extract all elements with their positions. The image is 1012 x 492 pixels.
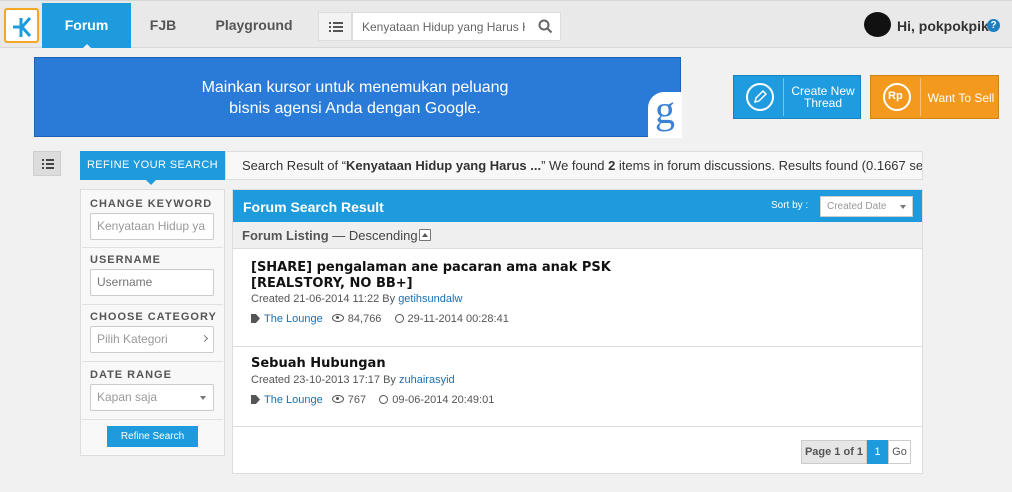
- banner-text: Mainkan kursor untuk menemukan peluang b…: [185, 77, 525, 119]
- user-avatar[interactable]: [864, 12, 891, 37]
- tag-icon: [251, 395, 260, 404]
- create-thread-label-line2: Thread: [803, 96, 843, 110]
- username-field-wrap: [90, 269, 214, 296]
- page-number-button[interactable]: 1: [867, 440, 888, 464]
- create-thread-label: Create New Thread: [786, 85, 860, 109]
- summary-middle: ” We found: [541, 158, 609, 173]
- nav-tab-forum-label: Forum: [64, 17, 109, 33]
- list-icon: [42, 159, 54, 169]
- go-button[interactable]: Go: [888, 440, 911, 464]
- category-label: CHOOSE CATEGORY: [90, 311, 217, 323]
- nav-tab-fjb[interactable]: FJB: [140, 3, 186, 48]
- nav-tab-playground[interactable]: Playground: [208, 3, 300, 48]
- thread-last-post: 29-11-2014 00:28:41: [407, 313, 509, 325]
- date-range-select[interactable]: Kapan saja: [90, 384, 214, 411]
- username-input[interactable]: [97, 275, 207, 289]
- nav-tab-forum[interactable]: Forum: [42, 3, 131, 49]
- thread-category-link[interactable]: The Lounge: [264, 313, 323, 325]
- clock-icon: [394, 314, 404, 323]
- search-result-summary: Search Result of “Kenyataan Hidup yang H…: [225, 151, 923, 180]
- panel-header: Forum Search Result Sort by : Created Da…: [233, 190, 922, 222]
- panel-title: Forum Search Result: [243, 199, 384, 215]
- thread-stats: The Lounge 767 09-06-2014 20:49:01: [251, 394, 498, 406]
- sort-by-label: Sort by :: [771, 200, 809, 211]
- thread-title-link[interactable]: [SHARE] pengalaman ane pacaran ama anak …: [251, 260, 611, 292]
- refine-search-tab[interactable]: REFINE YOUR SEARCH: [80, 151, 225, 185]
- page-info: Page 1 of 1: [801, 440, 867, 464]
- want-to-sell-button[interactable]: Rp Want To Sell: [870, 75, 999, 119]
- banner-line-1: Mainkan kursor untuk menemukan peluang: [201, 79, 509, 96]
- refine-search-tab-label: REFINE YOUR SEARCH: [86, 159, 219, 171]
- search-icon[interactable]: [538, 19, 553, 34]
- want-to-sell-label: Want To Sell: [927, 91, 995, 105]
- thread-meta: Created 23-10-2013 17:17 By zuhairasyid: [251, 374, 455, 386]
- refine-tab-caret: [146, 180, 156, 185]
- sort-by-select[interactable]: Created Date: [820, 196, 913, 217]
- category-value: Pilih Kategori: [97, 332, 168, 346]
- refine-search-sidebar: CHANGE KEYWORD USERNAME CHOOSE CATEGORY …: [80, 189, 225, 456]
- google-logo: g: [648, 90, 682, 138]
- eye-icon: [331, 395, 344, 403]
- keyword-field-wrap: [90, 213, 214, 240]
- thread-views: 84,766: [347, 313, 382, 325]
- banner-line-2: bisnis agensi Anda dengan Google.: [229, 100, 481, 117]
- search-menu-button[interactable]: [318, 12, 352, 41]
- refine-search-button[interactable]: Refine Search: [107, 426, 198, 447]
- search-input[interactable]: [362, 18, 525, 36]
- sidebar-toggle-button[interactable]: [33, 151, 61, 176]
- thread-title-line2: [REALSTORY, NO BB+]: [251, 276, 413, 291]
- create-new-thread-button[interactable]: Create New Thread: [733, 75, 861, 119]
- divider: [82, 361, 223, 362]
- thread-category-link[interactable]: The Lounge: [264, 394, 323, 406]
- chevron-right-icon: [200, 334, 209, 343]
- eye-icon: [331, 314, 344, 322]
- keyword-input[interactable]: [97, 219, 207, 233]
- thread-author-link[interactable]: zuhairasyid: [399, 374, 455, 386]
- thread-title-line1: [SHARE] pengalaman ane pacaran ama anak …: [251, 260, 611, 275]
- thread-views: 767: [347, 394, 367, 406]
- divider: [82, 419, 223, 420]
- thread-created: Created 23-10-2013 17:17 By: [251, 374, 399, 386]
- date-range-value: Kapan saja: [97, 390, 158, 404]
- summary-prefix: Search Result of “: [242, 158, 347, 173]
- category-select[interactable]: Pilih Kategori: [90, 326, 214, 353]
- thread-row: Sebuah Hubungan Created 23-10-2013 17:17…: [233, 347, 922, 427]
- thread-row: [SHARE] pengalaman ane pacaran ama anak …: [233, 250, 922, 347]
- divider: [82, 304, 223, 305]
- tag-icon: [251, 314, 260, 323]
- google-ad-banner[interactable]: Mainkan kursor untuk menemukan peluang b…: [34, 57, 682, 138]
- username-label: USERNAME: [90, 254, 161, 266]
- thread-stats: The Lounge 84,766 29-11-2014 00:28:41: [251, 313, 513, 325]
- chevron-down-icon: [200, 396, 206, 400]
- listing-order: — Descending: [328, 228, 418, 243]
- list-icon: [329, 22, 343, 32]
- forum-search-result-panel: Forum Search Result Sort by : Created Da…: [232, 189, 923, 474]
- active-tab-caret: [82, 44, 92, 49]
- keyword-label: CHANGE KEYWORD: [90, 198, 213, 210]
- rupiah-icon: Rp: [873, 78, 921, 116]
- divider: [82, 247, 223, 248]
- thread-last-post: 09-06-2014 20:49:01: [392, 394, 495, 406]
- sort-by-value: Created Date: [827, 201, 887, 212]
- rupiah-icon-text: Rp: [888, 90, 903, 102]
- help-icon[interactable]: ?: [987, 19, 1000, 32]
- chevron-down-icon: [900, 205, 906, 209]
- sort-order-toggle-icon[interactable]: [419, 229, 431, 241]
- thread-created: Created 21-06-2014 11:22 By: [251, 293, 399, 305]
- forum-listing-bar: Forum Listing — Descending: [233, 222, 922, 249]
- thread-author-link[interactable]: getihsundalw: [398, 293, 462, 305]
- k-logo-icon: [13, 17, 32, 37]
- kaskus-logo[interactable]: [4, 8, 39, 43]
- user-greeting[interactable]: Hi, pokpokpik: [897, 18, 989, 34]
- thread-title-link[interactable]: Sebuah Hubungan: [251, 356, 386, 372]
- listing-label: Forum Listing: [242, 228, 329, 243]
- clock-icon: [379, 395, 389, 404]
- search-box: [352, 12, 561, 41]
- summary-suffix: items in forum discussions. Results foun…: [615, 158, 923, 173]
- summary-query: Kenyataan Hidup yang Harus ...: [346, 158, 542, 173]
- pencil-icon: [736, 78, 784, 116]
- thread-meta: Created 21-06-2014 11:22 By getihsundalw: [251, 293, 462, 305]
- date-range-label: DATE RANGE: [90, 369, 172, 381]
- top-navigation-bar: Forum FJB Playground Hi, pokpokpik ?: [0, 0, 1012, 49]
